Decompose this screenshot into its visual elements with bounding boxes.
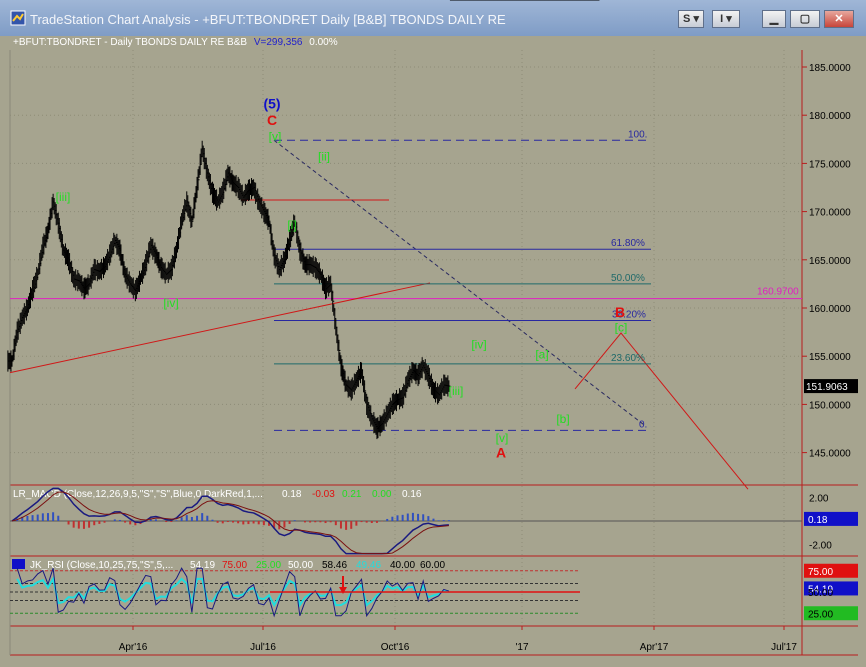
wave-label: [v]	[269, 129, 282, 143]
macd-last-label: 0.18	[808, 515, 828, 526]
fib-label: 0.	[639, 419, 647, 430]
wave-label: [i]	[287, 218, 296, 232]
chart-header: +BFUT:TBONDRET - Daily TBONDS DAILY RE B…	[13, 37, 342, 48]
rsi-value: 75.00	[222, 560, 247, 571]
wave-label: A	[496, 445, 506, 461]
x-tick-label: Apr'17	[640, 642, 669, 653]
y-tick-label: 175.0000	[809, 159, 851, 170]
rsi-value: 40.00	[390, 560, 415, 571]
rsi-value: 58.46	[322, 560, 347, 571]
chart-background	[0, 36, 866, 667]
symbol-label: +BFUT:TBONDRET - Daily TBONDS DAILY RE B…	[13, 37, 248, 48]
wave-label: [ii]	[318, 150, 330, 164]
wave-label: (5)	[263, 96, 280, 112]
y-tick-label: 145.0000	[809, 449, 851, 460]
wave-label: [iv]	[163, 296, 178, 310]
wave-label: [b]	[556, 412, 569, 426]
y-tick-label: 155.0000	[809, 352, 851, 363]
y-tick-label: 170.0000	[809, 208, 851, 219]
level-label: 160.9700	[757, 287, 799, 298]
rsi-y-tick: 50.00	[808, 588, 833, 599]
fib-label: 100.	[628, 129, 647, 140]
x-tick-label: Jul'16	[250, 642, 276, 653]
macd-y-tick: 2.00	[809, 494, 829, 505]
rsi-y-tick: 75.00	[808, 567, 833, 578]
macd-value: 0.16	[402, 489, 422, 500]
wave-label: [c]	[615, 320, 628, 334]
wave-label: C	[267, 112, 277, 128]
rsi-y-tick: 25.00	[808, 609, 833, 620]
rsi-value: 50.00	[288, 560, 313, 571]
rsi-value: 25.00	[256, 560, 281, 571]
fib-label: 50.00%	[611, 273, 645, 284]
x-tick-label: Apr'16	[119, 642, 148, 653]
macd-value: 0.18	[282, 489, 302, 500]
wave-label: [v]	[496, 431, 509, 445]
macd-value: 0.00	[372, 489, 392, 500]
y-tick-label: 150.0000	[809, 400, 851, 411]
chart-canvas[interactable]: 160.9700100.61.80%50.00%38.20%23.60%0. […	[0, 0, 866, 667]
rsi-value: 49.46	[356, 560, 381, 571]
fib-label: 23.60%	[611, 353, 645, 364]
macd-value: -0.03	[312, 489, 335, 500]
wave-label: [iv]	[471, 338, 486, 352]
y-tick-label: 180.0000	[809, 111, 851, 122]
rsi-value: 60.00	[420, 560, 445, 571]
change-label: 0.00%	[309, 37, 338, 48]
x-tick-label: Jul'17	[771, 642, 797, 653]
rsi-indicator-icon	[12, 559, 25, 569]
macd-y-tick: -2.00	[809, 540, 832, 551]
x-tick-label: '17	[515, 642, 528, 653]
y-tick-label: 185.0000	[809, 63, 851, 74]
last-price-label: 151.9063	[806, 382, 848, 393]
y-tick-label: 160.0000	[809, 304, 851, 315]
macd-value: 0.21	[342, 489, 362, 500]
wave-label: [a]	[535, 347, 548, 361]
fib-label: 61.80%	[611, 238, 645, 249]
wave-label: [iii]	[56, 190, 71, 204]
x-tick-label: Oct'16	[381, 642, 410, 653]
wave-label: B	[615, 304, 625, 320]
rsi-legend: JK_RSI (Close,10,25,75,"S",5,...	[30, 560, 173, 571]
y-tick-label: 165.0000	[809, 256, 851, 267]
wave-label: [iii]	[449, 384, 464, 398]
volume-label: V=299,356	[253, 37, 303, 48]
